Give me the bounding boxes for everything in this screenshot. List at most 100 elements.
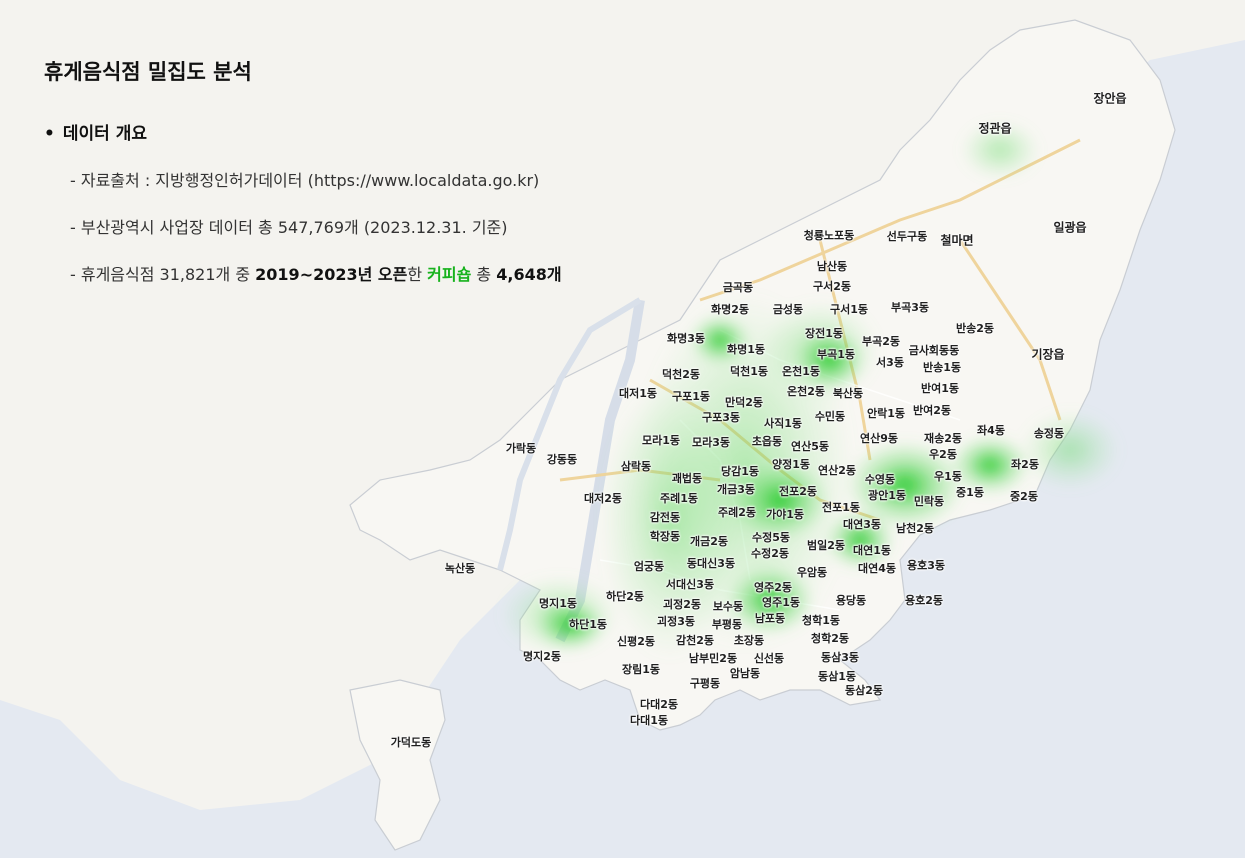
- dong-label: 송정동: [1033, 427, 1065, 440]
- dong-label: 만덕2동: [724, 396, 764, 409]
- dong-label: 괴정3동: [656, 615, 696, 628]
- dong-label: 대저1동: [618, 387, 658, 400]
- dong-label: 금곡동: [722, 281, 754, 294]
- dong-label: 남포동: [754, 612, 786, 625]
- dong-label: 가덕도동: [390, 736, 432, 749]
- dong-label: 용당동: [835, 594, 867, 607]
- dong-label: 장전1동: [804, 327, 844, 340]
- overview-heading: • 데이터 개요: [44, 119, 562, 144]
- dong-label: 삼락동: [620, 460, 652, 473]
- dong-label: 가야1동: [765, 508, 805, 521]
- dong-label: 동대신3동: [686, 557, 736, 570]
- dong-label: 남산동: [816, 260, 848, 273]
- dong-label: 남부민2동: [688, 652, 738, 665]
- dong-label: 다대2동: [639, 698, 679, 711]
- dong-label: 대저2동: [583, 492, 623, 505]
- dong-label: 화명3동: [666, 332, 706, 345]
- dong-label: 부곡3동: [890, 301, 930, 314]
- dong-label: 명지2동: [522, 650, 562, 663]
- dong-label: 중2동: [1010, 490, 1038, 503]
- dong-label: 청룡노포동: [803, 229, 855, 242]
- dong-label: 덕천2동: [661, 368, 701, 381]
- dong-label: 화명1동: [726, 343, 766, 356]
- dong-label: 감천2동: [675, 634, 715, 647]
- source-line: - 자료출처 : 지방행정인허가데이터 (https://www.localda…: [70, 171, 540, 190]
- dong-label: 영주2동: [753, 581, 793, 594]
- dong-label: 철마면: [940, 233, 974, 248]
- coffee-line-count: 4,648개: [496, 265, 562, 284]
- dong-label: 명지1동: [538, 597, 578, 610]
- dong-label: 하단1동: [568, 618, 608, 631]
- dong-label: 감전동: [649, 511, 681, 524]
- dong-label: 수정5동: [751, 531, 791, 544]
- dong-label: 부곡2동: [861, 335, 901, 348]
- dong-label: 용호3동: [906, 559, 946, 572]
- dong-label: 선두구동: [886, 230, 928, 243]
- dong-label: 영주1동: [761, 596, 801, 609]
- dong-label: 당감1동: [720, 465, 760, 478]
- dong-label: 우1동: [934, 470, 962, 483]
- dong-label: 학장동: [649, 530, 681, 543]
- dong-label: 수정2동: [750, 547, 790, 560]
- dong-label: 녹산동: [444, 562, 476, 575]
- dong-label: 반송2동: [955, 322, 995, 335]
- dong-label: 남천2동: [895, 522, 935, 535]
- dong-label: 서3동: [876, 356, 904, 369]
- dong-label: 초읍동: [751, 435, 783, 448]
- dong-label: 청학2동: [810, 632, 850, 645]
- dong-label: 중1동: [956, 486, 984, 499]
- coffee-line-mid2: 총: [471, 265, 497, 284]
- dong-label: 동삼2동: [844, 684, 884, 697]
- dong-label: 기장읍: [1031, 347, 1065, 362]
- dong-label: 대연4동: [857, 562, 897, 575]
- dong-label: 구포1동: [671, 390, 711, 403]
- dong-label: 반송1동: [922, 361, 962, 374]
- dong-label: 광안1동: [867, 489, 907, 502]
- dong-label: 금사회동동: [908, 344, 960, 357]
- dong-label: 우암동: [796, 566, 828, 579]
- coffee-line-prefix: - 휴게음식점 31,821개 중: [70, 265, 256, 284]
- dong-label: 부평동: [711, 618, 743, 631]
- dong-label: 대연1동: [852, 544, 892, 557]
- coffee-line-mid: 한: [407, 265, 428, 284]
- dong-label: 장림1동: [621, 663, 661, 676]
- dong-label: 수영동: [864, 473, 896, 486]
- dong-label: 괘법동: [671, 472, 703, 485]
- dong-label: 구서1동: [829, 303, 869, 316]
- dong-label: 북산동: [832, 387, 864, 400]
- dong-label: 구포3동: [701, 411, 741, 424]
- dong-label: 덕천1동: [729, 365, 769, 378]
- coffee-line-category: 커피숍: [427, 265, 472, 284]
- dong-label: 재송2동: [923, 432, 963, 445]
- dong-label: 안락1동: [866, 407, 906, 420]
- dong-label: 금성동: [772, 303, 804, 316]
- dong-label: 암남동: [729, 667, 761, 680]
- dong-label: 주례2동: [717, 506, 757, 519]
- coffee-line-period: 2019~2023년 오픈: [255, 265, 408, 284]
- dong-label: 부곡1동: [816, 348, 856, 361]
- bullet-icon: •: [44, 124, 55, 144]
- dong-label: 전포1동: [821, 501, 861, 514]
- dong-label: 보수동: [712, 600, 744, 613]
- dong-label: 초장동: [733, 634, 765, 647]
- dong-label: 좌2동: [1011, 458, 1039, 471]
- dong-label: 엄궁동: [633, 560, 665, 573]
- dong-label: 동삼3동: [820, 651, 860, 664]
- dong-label: 장안읍: [1093, 91, 1127, 106]
- overview-heading-text: 데이터 개요: [62, 124, 147, 144]
- total-line: - 부산광역시 사업장 데이터 총 547,769개 (2023.12.31. …: [70, 218, 508, 237]
- dong-label: 구평동: [689, 677, 721, 690]
- page-title: 휴게음식점 밀집도 분석: [44, 60, 252, 84]
- dong-label: 강동동: [546, 453, 578, 466]
- dong-label: 다대1동: [629, 714, 669, 727]
- dong-label: 주례1동: [659, 492, 699, 505]
- dong-label: 범일2동: [806, 539, 846, 552]
- dong-label: 화명2동: [710, 303, 750, 316]
- coffee-line: - 휴게음식점 31,821개 중 2019~2023년 오픈한 커피숍 총 4…: [70, 261, 562, 285]
- dong-label: 모라1동: [641, 434, 681, 447]
- dong-label: 전포2동: [778, 485, 818, 498]
- dong-label: 온천1동: [781, 365, 821, 378]
- dong-label: 하단2동: [605, 590, 645, 603]
- dong-label: 양정1동: [771, 458, 811, 471]
- dong-label: 정관읍: [978, 121, 1012, 136]
